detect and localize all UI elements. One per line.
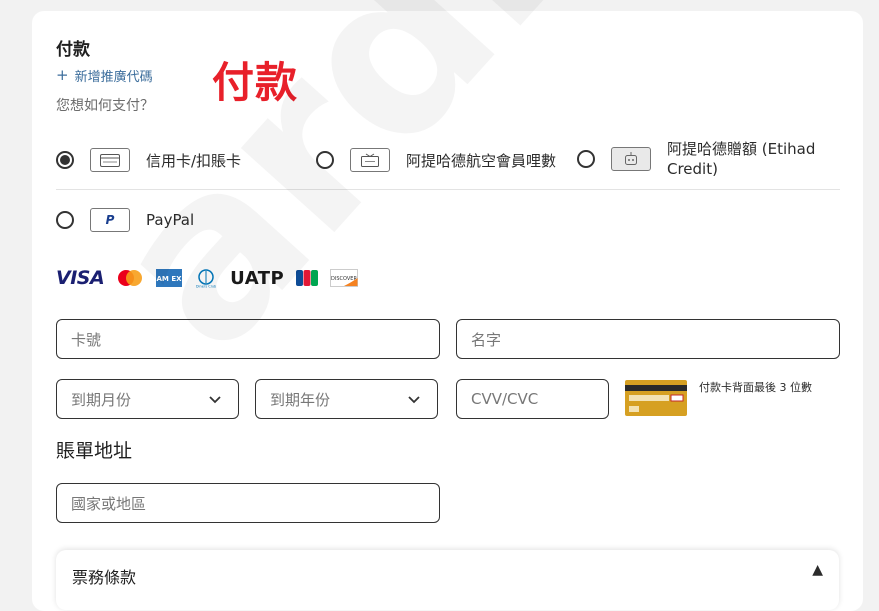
payment-option-credit-card[interactable]: 信用卡/扣賬卡	[56, 148, 241, 172]
option-label-miles: 阿提哈德航空會員哩數	[406, 151, 557, 170]
cvv-hint: 付款卡背面最後 3 位數	[699, 381, 812, 394]
payment-question: 您想如何支付？	[56, 98, 154, 114]
payment-overlay-title: 付款	[212, 58, 299, 107]
radio-paypal[interactable]	[56, 211, 74, 229]
options-divider	[56, 189, 840, 190]
chevron-down-icon	[408, 396, 420, 404]
jcb-logo	[296, 270, 319, 286]
credit-card-icon	[90, 148, 130, 172]
ticket-terms-title: 票務條款	[72, 568, 137, 587]
plus-icon: +	[56, 66, 69, 84]
payment-card: 付款 付款 + 新增推廣代碼 您想如何支付？ 信用卡/扣賬卡 阿提哈德航空會員哩…	[32, 11, 863, 611]
expiry-year-select[interactable]: 到期年份	[255, 379, 438, 419]
miles-ticket-icon	[350, 148, 390, 172]
country-region-input[interactable]: 國家或地區	[56, 483, 440, 523]
payment-option-paypal[interactable]: P PayPal	[56, 208, 194, 232]
radio-miles[interactable]	[316, 151, 334, 169]
name-input[interactable]: 名字	[456, 319, 840, 359]
payment-option-miles[interactable]: 阿提哈德航空會員哩數	[316, 148, 556, 172]
ticket-terms-section[interactable]: 票務條款 ▲	[56, 550, 839, 610]
radio-credit-card[interactable]	[56, 151, 74, 169]
radio-etihad-credit[interactable]	[577, 150, 595, 168]
add-promo-label: 新增推廣代碼	[74, 70, 153, 85]
payment-option-etihad-credit[interactable]: 阿提哈德贈額 (Etihad Credit)	[577, 139, 837, 179]
etihad-credit-icon	[611, 147, 651, 171]
cvv-input[interactable]: CVV/CVC	[456, 379, 609, 419]
visa-logo: VISA	[56, 267, 105, 289]
expiry-month-select[interactable]: 到期月份	[56, 379, 239, 419]
billing-address-heading: 賬單地址	[56, 440, 133, 462]
paypal-icon: P	[90, 208, 130, 232]
option-label-credit-card: 信用卡/扣賬卡	[146, 151, 242, 170]
payment-title: 付款	[56, 40, 90, 60]
card-brand-logos: VISA AM EX Diners Club UATP DISCOVER	[56, 267, 359, 289]
discover-logo: DISCOVER	[330, 269, 359, 287]
amex-logo: AM EX	[156, 269, 183, 287]
svg-text:AM EX: AM EX	[157, 275, 183, 283]
chevron-up-icon: ▲	[812, 562, 823, 578]
mastercard-logo	[118, 270, 143, 286]
diners-club-logo: Diners Club	[196, 269, 217, 289]
chevron-down-icon	[209, 396, 221, 404]
option-label-paypal: PayPal	[146, 211, 195, 229]
option-label-etihad-credit: 阿提哈德贈額 (Etihad Credit)	[667, 140, 816, 178]
card-back-cvv-icon	[625, 380, 687, 416]
card-number-input[interactable]: 卡號	[56, 319, 440, 359]
uatp-logo: UATP	[230, 267, 285, 289]
add-promo-code-link[interactable]: + 新增推廣代碼	[56, 66, 153, 86]
svg-text:Diners Club: Diners Club	[196, 285, 217, 289]
